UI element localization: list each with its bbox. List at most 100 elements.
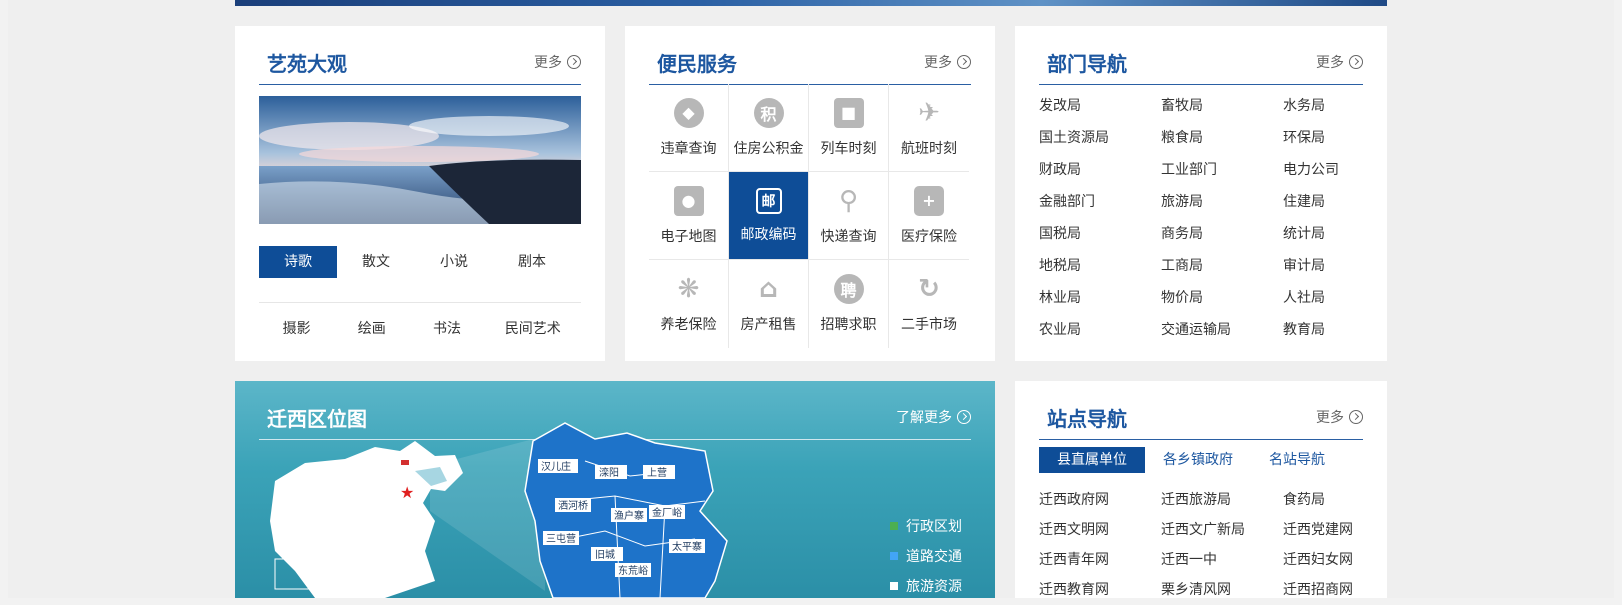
site-link[interactable]: 迁西妇女网 [1283, 545, 1363, 575]
site-link[interactable]: 迁西文明网 [1039, 515, 1161, 545]
service-panel-header: 便民服务 更多 [649, 46, 971, 85]
site-link[interactable]: 迁西旅游局 [1161, 485, 1283, 515]
town-label-5: 金厂峪 [652, 506, 682, 519]
site-nav-tabs: 县直属单位 各乡镇政府 名站导航 [1039, 447, 1343, 473]
tab-township-governments[interactable]: 各乡镇政府 [1145, 447, 1251, 473]
service-medical-insurance[interactable]: + 医疗保险 [889, 172, 969, 260]
site-nav-more-link[interactable]: 更多 [1316, 407, 1363, 427]
legend-road-traffic[interactable]: 道路交通 [890, 541, 962, 571]
department-link[interactable]: 水务局 [1283, 90, 1363, 122]
tab-famous-sites[interactable]: 名站导航 [1251, 447, 1343, 473]
site-link[interactable]: 迁西文广新局 [1161, 515, 1283, 545]
site-nav-title: 站点导航 [1047, 407, 1127, 431]
town-label-4: 渔户寨 [614, 509, 644, 522]
department-link[interactable]: 电力公司 [1283, 154, 1363, 186]
service-postal-code[interactable]: 邮 邮政编码 [729, 172, 809, 260]
tab-photography[interactable]: 摄影 [259, 313, 334, 345]
department-link[interactable]: 交通运输局 [1161, 314, 1283, 346]
department-panel-header: 部门导航 更多 [1039, 46, 1363, 85]
location-map-panel: 迁西区位图 了解更多 ★ 汉儿庄 滦阳 上营 洒河桥 渔户寨 金厂峪 三屯营 旧… [235, 381, 995, 598]
department-link[interactable]: 金融部门 [1039, 186, 1161, 218]
tab-folk-art[interactable]: 民间艺术 [485, 313, 581, 345]
department-link[interactable]: 旅游局 [1161, 186, 1283, 218]
department-link[interactable]: 工业部门 [1161, 154, 1283, 186]
department-link[interactable]: 物价局 [1161, 282, 1283, 314]
department-link[interactable]: 商务局 [1161, 218, 1283, 250]
site-link[interactable]: 迁西招商网 [1283, 575, 1363, 605]
service-more-link[interactable]: 更多 [924, 52, 971, 72]
circle-arrow-icon [957, 55, 971, 69]
department-link[interactable]: 国税局 [1039, 218, 1161, 250]
department-link[interactable]: 粮食局 [1161, 122, 1283, 154]
department-link[interactable]: 国土资源局 [1039, 122, 1161, 154]
art-featured-photo[interactable] [259, 96, 581, 224]
department-link[interactable]: 地税局 [1039, 250, 1161, 282]
recycle-icon: ↻ [918, 274, 940, 304]
site-link[interactable]: 迁西青年网 [1039, 545, 1161, 575]
tab-novel[interactable]: 小说 [415, 246, 493, 278]
department-link[interactable]: 林业局 [1039, 282, 1161, 314]
legend-label: 旅游资源 [906, 579, 962, 595]
tab-script[interactable]: 剧本 [493, 246, 571, 278]
department-link[interactable]: 环保局 [1283, 122, 1363, 154]
pin-badge-icon: 聘 [833, 274, 864, 304]
green-square-icon [890, 522, 898, 530]
legend-label: 道路交通 [906, 549, 962, 565]
service-express-tracking[interactable]: ⚲ 快递查询 [809, 172, 889, 260]
service-label: 违章查询 [660, 140, 717, 157]
department-link[interactable]: 畜牧局 [1161, 90, 1283, 122]
tab-painting[interactable]: 绘画 [334, 313, 409, 345]
ji-badge-icon: 积 [753, 97, 784, 128]
capital-star-icon: ★ [400, 483, 414, 502]
tab-county-units[interactable]: 县直属单位 [1039, 447, 1145, 473]
search-icon: ⚲ [838, 185, 859, 216]
site-link[interactable]: 迁西党建网 [1283, 515, 1363, 545]
circle-arrow-icon [1349, 410, 1363, 424]
legend-admin-division[interactable]: 行政区划 [890, 511, 962, 541]
china-map-outline [270, 441, 463, 598]
site-link[interactable]: 迁西政府网 [1039, 485, 1161, 515]
department-link[interactable]: 发改局 [1039, 90, 1161, 122]
town-label-2: 上营 [647, 466, 667, 479]
service-real-estate[interactable]: ⌂ 房产租售 [729, 260, 809, 348]
town-label-9: 东荒峪 [618, 564, 648, 577]
legend-tourism[interactable]: 旅游资源 [890, 571, 962, 598]
department-link[interactable]: 审计局 [1283, 250, 1363, 282]
department-link[interactable]: 工商局 [1161, 250, 1283, 282]
service-flight-schedule[interactable]: ✈ 航班时刻 [889, 84, 969, 172]
site-link[interactable]: 迁西一中 [1161, 545, 1283, 575]
service-pension-insurance[interactable]: ❋ 养老保险 [649, 260, 729, 348]
tab-poetry[interactable]: 诗歌 [259, 246, 337, 278]
more-label: 更多 [924, 55, 952, 71]
department-link[interactable]: 住建局 [1283, 186, 1363, 218]
art-panel: 艺苑大观 更多 诗歌 散文 小说 剧本 摄影 绘画 书法 民间艺术 [235, 26, 605, 361]
art-more-link[interactable]: 更多 [534, 52, 581, 72]
department-link[interactable]: 人社局 [1283, 282, 1363, 314]
service-train-schedule[interactable]: ■ 列车时刻 [809, 84, 889, 172]
map-pin-icon: ● [673, 185, 704, 216]
site-link[interactable]: 食药局 [1283, 485, 1363, 515]
department-link[interactable]: 统计局 [1283, 218, 1363, 250]
service-e-map[interactable]: ● 电子地图 [649, 172, 729, 260]
department-link[interactable]: 财政局 [1039, 154, 1161, 186]
circle-arrow-icon [1349, 55, 1363, 69]
service-label: 医疗保险 [901, 228, 957, 245]
site-link[interactable]: 迁西教育网 [1039, 575, 1161, 605]
department-more-link[interactable]: 更多 [1316, 52, 1363, 72]
service-label: 住房公积金 [733, 140, 804, 157]
service-second-hand[interactable]: ↻ 二手市场 [889, 260, 969, 348]
department-panel: 部门导航 更多 发改局 畜牧局 水务局 国土资源局 粮食局 环保局 财政局 工业… [1015, 26, 1387, 361]
department-link[interactable]: 教育局 [1283, 314, 1363, 346]
tab-prose[interactable]: 散文 [337, 246, 415, 278]
service-label: 列车时刻 [820, 140, 877, 157]
service-label: 航班时刻 [901, 140, 957, 157]
house-icon: ⌂ [759, 274, 778, 304]
service-housing-fund[interactable]: 积 住房公积金 [729, 84, 809, 172]
service-label: 快递查询 [820, 228, 877, 245]
service-recruitment[interactable]: 聘 招聘求职 [809, 260, 889, 348]
site-link[interactable]: 栗乡清风网 [1161, 575, 1283, 605]
location-map-graphic[interactable]: ★ 汉儿庄 滦阳 上营 洒河桥 渔户寨 金厂峪 三屯营 旧城 太平寨 东荒峪 [235, 381, 995, 598]
service-traffic-violation[interactable]: ◆ 违章查询 [649, 84, 729, 172]
department-link[interactable]: 农业局 [1039, 314, 1161, 346]
tab-calligraphy[interactable]: 书法 [409, 313, 484, 345]
